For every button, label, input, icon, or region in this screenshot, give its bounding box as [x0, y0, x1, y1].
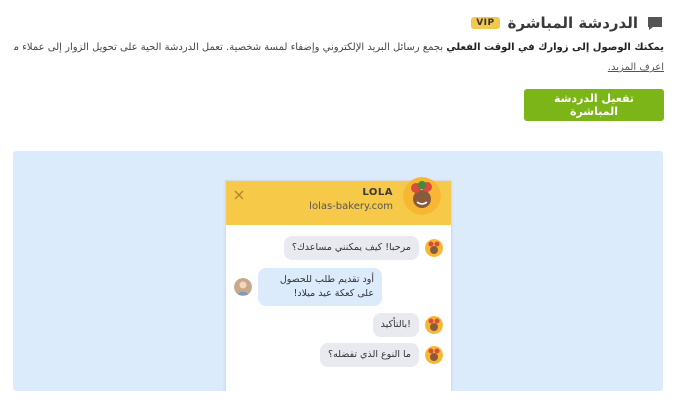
message-bubble: !بالتأكيد — [372, 313, 419, 337]
agent-name: LOLA — [362, 187, 393, 198]
message-row: !بالتأكيد — [372, 313, 443, 337]
agent-avatar — [403, 177, 441, 215]
message-bubble: أود تقديم طلب للحصول على كعكة عيد ميلاد! — [258, 268, 382, 306]
description: يمكنك الوصول إلى زوارك في الوقت الفعلي ب… — [14, 42, 664, 54]
page-header: الدردشة المباشرة VIP — [471, 14, 664, 32]
chat-preview-panel: LOLA lolas-bakery.com مرحبا! كيف يمكنني … — [13, 151, 663, 391]
description-text: بجمع رسائل البريد الإلكتروني وإضفاء لمسة… — [14, 42, 444, 53]
message-row: ما النوع الذي تفضله؟ — [320, 343, 443, 367]
vip-badge: VIP — [471, 17, 500, 29]
agent-avatar-small — [425, 346, 443, 364]
message-bubble: ما النوع الذي تفضله؟ — [320, 343, 419, 367]
chat-widget-header: LOLA lolas-bakery.com — [226, 177, 451, 225]
close-icon[interactable] — [233, 186, 245, 200]
agent-avatar-small — [425, 239, 443, 257]
learn-more-link[interactable]: اعرف المزيد. — [608, 62, 664, 73]
agent-avatar-small — [425, 316, 443, 334]
message-bubble: مرحبا! كيف يمكنني مساعدك؟ — [283, 236, 419, 260]
description-lead: يمكنك الوصول إلى زوارك في الوقت الفعلي — [446, 42, 664, 53]
page-title: الدردشة المباشرة — [507, 14, 638, 32]
chat-icon — [646, 15, 664, 31]
agent-site: lolas-bakery.com — [309, 201, 393, 212]
message-row: أود تقديم طلب للحصول على كعكة عيد ميلاد! — [234, 268, 382, 306]
user-avatar — [234, 278, 252, 296]
activate-live-chat-button[interactable]: تفعيل الدردشة المباشرة — [524, 89, 664, 121]
message-row: مرحبا! كيف يمكنني مساعدك؟ — [283, 236, 443, 260]
chat-widget: LOLA lolas-bakery.com مرحبا! كيف يمكنني … — [225, 177, 452, 391]
chat-brand: LOLA lolas-bakery.com — [309, 187, 393, 212]
